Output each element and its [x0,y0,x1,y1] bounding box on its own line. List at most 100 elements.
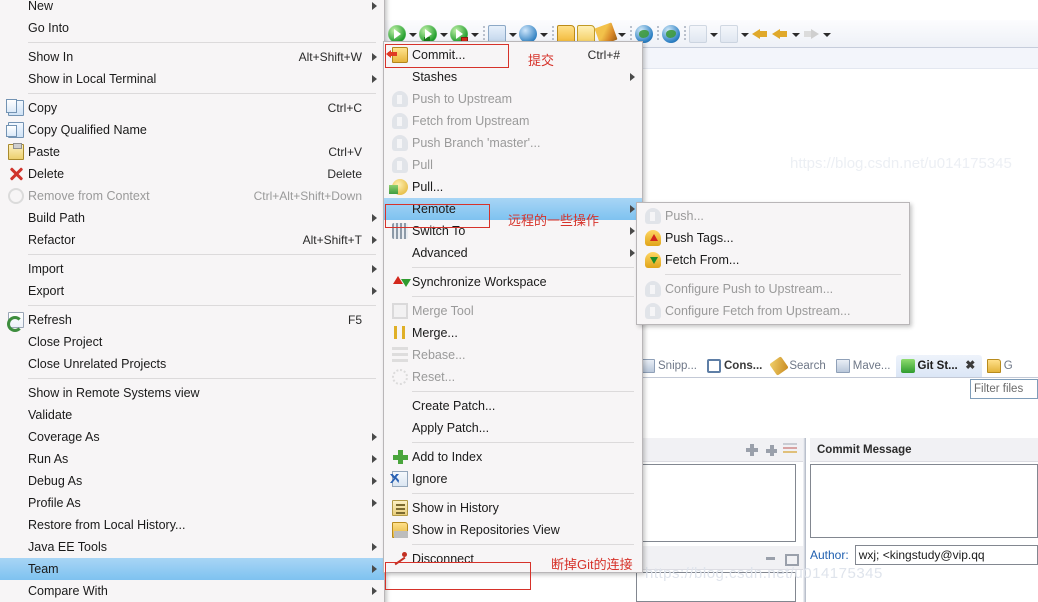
back-dropdown-arrow[interactable] [790,25,801,43]
tab-console[interactable]: Cons... [702,355,767,377]
next-annotation-icon[interactable] [689,24,707,43]
menu-item-pull[interactable]: Pull... [384,176,642,198]
menu-item-merge[interactable]: Merge... [384,322,642,344]
menu-separator [28,254,376,255]
menu-item-label: Ignore [412,472,448,486]
open-perspective-icon[interactable] [635,24,653,43]
tab-git-staging[interactable]: Git St... ✖ [895,355,982,377]
tab-maven[interactable]: Mave... [831,355,896,377]
add-icon[interactable] [745,443,759,457]
menu-item-run-as[interactable]: Run As [0,448,384,470]
menu-item-icon-slot [6,429,26,445]
open-type-icon[interactable] [557,24,575,43]
run-icon[interactable] [388,24,406,43]
menu-item-go-into[interactable]: Go Into [0,17,384,39]
new-dropdown-arrow[interactable] [507,25,518,43]
project-context-menu[interactable]: New Go Into Show In Alt+Shift+W Show in Loca… [0,0,385,602]
new-wizard-icon[interactable] [488,24,506,43]
run-dropdown-arrow[interactable] [407,25,418,43]
menu-item-label: Delete [28,167,65,181]
close-icon[interactable]: ✖ [964,359,977,372]
previous-annotation-icon[interactable] [720,24,738,43]
last-edit-location-icon[interactable] [751,25,769,43]
menu-item-close-unrelated-projects[interactable]: Close Unrelated Projects [0,353,384,375]
menu-item-import[interactable]: Import [0,258,384,280]
menu-item-close-project[interactable]: Close Project [0,331,384,353]
menu-item-java-ee-tools[interactable]: Java EE Tools [0,536,384,558]
staged-files-list[interactable] [636,464,796,542]
menu-item-fetch-from[interactable]: Fetch From... [637,249,909,271]
menu-item-restore-from-local-history[interactable]: Restore from Local History... [0,514,384,536]
tab-search[interactable]: Search [767,355,830,377]
menu-item-label: Switch To [412,224,466,238]
new-class-dropdown-arrow[interactable] [538,25,549,43]
external-tools-dropdown-arrow[interactable] [616,25,627,43]
open-resource-icon[interactable] [577,24,595,43]
menu-separator [28,93,376,94]
menu-item-icon-slot [6,407,26,423]
back-icon[interactable] [771,25,789,43]
menu-item-push-tags[interactable]: Push Tags... [637,227,909,249]
menu-item-team[interactable]: Team [0,558,384,580]
menu-item-apply-patch[interactable]: Apply Patch... [384,417,642,439]
menu-item-icon-slot [6,561,26,577]
open-web-browser-icon[interactable] [662,24,680,43]
debug-dropdown-arrow[interactable] [438,25,449,43]
coverage-dropdown-arrow[interactable] [469,25,480,43]
view-tab-bar[interactable]: Snipp... Cons... Search Mave... Git St..… [636,352,1038,378]
menu-item-validate[interactable]: Validate [0,404,384,426]
forward-dropdown-arrow[interactable] [821,25,832,43]
menu-item-coverage-as[interactable]: Coverage As [0,426,384,448]
git-repositories-icon [390,522,410,538]
menu-item-synchronize-workspace[interactable]: Synchronize Workspace [384,271,642,293]
menu-item-icon-slot [6,517,26,533]
commit-message-input[interactable] [810,464,1038,538]
minimize-icon[interactable] [764,552,778,564]
run-coverage-icon[interactable] [450,24,468,43]
menu-item-switch-to[interactable]: Switch To [384,220,642,242]
next-annotation-dropdown-arrow[interactable] [708,25,719,43]
menu-item-disconnect[interactable]: Disconnect [384,548,642,570]
unstaged-files-list[interactable] [636,572,796,602]
menu-item-label: Advanced [412,246,468,260]
chevron-right-icon [372,265,377,273]
menu-item-compare-with[interactable]: Compare With [0,580,384,602]
staging-sash[interactable] [803,438,806,602]
menu-item-show-in[interactable]: Show In Alt+Shift+W [0,46,384,68]
menu-item-show-in-remote-systems-view[interactable]: Show in Remote Systems view [0,382,384,404]
menu-item-refresh[interactable]: Refresh F5 [0,309,384,332]
menu-item-create-patch[interactable]: Create Patch... [384,395,642,417]
maximize-icon[interactable] [783,552,799,566]
menu-item-copy[interactable]: Copy Ctrl+C [0,97,384,119]
menu-item-ignore[interactable]: Ignore [384,468,642,490]
menu-item-add-to-index[interactable]: Add to Index [384,446,642,468]
tab-snippets[interactable]: Snipp... [636,355,702,377]
remote-submenu[interactable]: Push... Push Tags... Fetch From... Configur… [636,202,910,325]
menu-item-copy-qualified-name[interactable]: Copy Qualified Name [0,119,384,141]
menu-item-profile-as[interactable]: Profile As [0,492,384,514]
menu-item-show-in-repositories-view[interactable]: Show in Repositories View [384,519,642,541]
menu-item-new[interactable]: New [0,0,384,17]
menu-item-debug-as[interactable]: Debug As [0,470,384,492]
menu-item-delete[interactable]: Delete Delete [0,163,384,185]
menu-item-refactor[interactable]: Refactor Alt+Shift+T [0,229,384,251]
menu-item-paste[interactable]: Paste Ctrl+V [0,141,384,163]
menu-item-stashes[interactable]: Stashes [384,66,642,88]
forward-icon[interactable] [802,25,820,43]
menu-item-remote[interactable]: Remote [384,198,642,220]
menu-item-show-in-local-terminal[interactable]: Show in Local Terminal [0,68,384,90]
debug-icon[interactable] [419,24,437,43]
merge-icon-glyph [392,325,408,341]
menu-item-export[interactable]: Export [0,280,384,302]
menu-item-commit[interactable]: Commit... Ctrl+# [384,44,642,66]
sort-icon[interactable] [783,442,797,457]
menu-item-build-path[interactable]: Build Path [0,207,384,229]
add-all-icon[interactable] [764,443,778,457]
tab-git-repositories[interactable]: G [982,355,1018,377]
new-java-class-icon[interactable] [519,24,537,43]
team-submenu[interactable]: Commit... Ctrl+# Stashes Push to Upstream Fe… [383,41,643,573]
menu-item-show-in-history[interactable]: Show in History [384,497,642,519]
author-input[interactable]: wxj; <kingstudy@vip.qq [854,545,1038,565]
previous-annotation-dropdown-arrow[interactable] [739,25,750,43]
menu-item-advanced[interactable]: Advanced [384,242,642,264]
